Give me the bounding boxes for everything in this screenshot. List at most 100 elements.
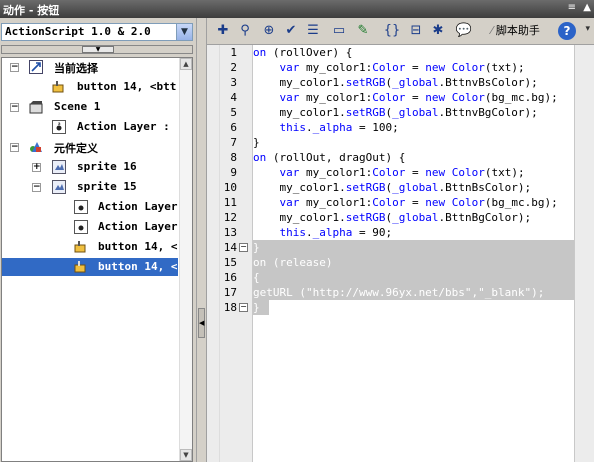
collapse-left-pane-icon[interactable]: ◀ (198, 308, 205, 338)
line-number: 12 (223, 211, 237, 224)
line-number: 14 (223, 241, 237, 254)
tree-item-label: Action Layer (98, 200, 178, 213)
code-line-selected: } (253, 300, 269, 315)
code-line-selected: } (253, 240, 574, 255)
fold-toggle-icon[interactable]: − (239, 243, 248, 252)
line-number: 18 (223, 301, 237, 314)
editor-scrollbar[interactable] (574, 45, 594, 462)
tree-scrollbar[interactable]: ▲ ▼ (179, 58, 192, 461)
script-editor[interactable]: on (rollOver) { var my_color1:Color = ne… (253, 45, 574, 462)
code-line: this._alpha = 100; (279, 121, 399, 134)
code-line: var my_color1:Color = new Color(txt); (279, 166, 525, 179)
splitter-toggle-button[interactable]: ▼ (82, 46, 114, 53)
tree-item-action-layer[interactable]: Action Layer (2, 218, 178, 236)
tree-item-sprite-16[interactable]: + sprite 16 (2, 158, 178, 176)
button-icon (74, 240, 88, 254)
help-icon[interactable]: ? (558, 22, 576, 40)
code-line: this._alpha = 90; (279, 226, 393, 239)
code-line: my_color1.setRGB(_global.BttnBsColor); (253, 181, 532, 194)
line-number: 2 (230, 61, 237, 74)
chevron-down-icon[interactable]: ▼ (176, 24, 192, 40)
navigator-splitter[interactable]: ▼ (1, 45, 193, 54)
action-layer-icon: a (52, 120, 66, 134)
line-number: 7 (230, 136, 237, 149)
script-assist-button[interactable]: ⁄ 脚本助手 (491, 22, 540, 40)
action-layer-icon (74, 220, 88, 234)
tree-item-sprite-15[interactable]: − sprite 15 (2, 178, 178, 196)
debug-options-icon[interactable]: ✎ (354, 22, 372, 40)
collapse-braces-icon[interactable]: {} (383, 22, 401, 40)
line-number: 13 (223, 226, 237, 239)
tree-item-label: sprite 16 (77, 160, 137, 173)
code-line-selected: { (253, 270, 574, 285)
code-line: } (253, 136, 260, 149)
tree-item-action-layer[interactable]: a Action Layer : (2, 118, 178, 136)
tree-item-label: Action Layer : (77, 120, 170, 133)
sprite-icon (52, 160, 66, 174)
tree-item-button-14-selected[interactable]: button 14, < (2, 258, 178, 276)
script-type-select[interactable]: ActionScript 1.0 & 2.0 ▼ (1, 23, 193, 41)
line-number: 3 (230, 76, 237, 89)
line-number: 8 (230, 151, 237, 164)
scroll-up-icon[interactable]: ▲ (180, 58, 192, 70)
panel-menu-icon[interactable]: ≡ (568, 2, 576, 13)
code-line: on (rollOut, dragOut) { (253, 151, 406, 164)
editor-left-margin (207, 45, 220, 462)
panel-collapse-icon[interactable]: ▲ (583, 2, 591, 13)
tree-item-symbol-definitions[interactable]: − 元件定义 (2, 138, 178, 156)
add-script-icon[interactable]: ✚ (214, 22, 232, 40)
line-number: 11 (223, 196, 237, 209)
panel-title-bar: 动作 - 按钮 ≡ ▲ (0, 0, 594, 18)
tree-item-button-14[interactable]: button 14, < (2, 238, 178, 256)
line-number: 15 (223, 256, 237, 269)
sprite-icon (52, 180, 66, 194)
collapse-icon[interactable]: − (10, 143, 19, 152)
line-number: 10 (223, 181, 237, 194)
tree-item-action-layer[interactable]: Action Layer (2, 198, 178, 216)
tree-item-scene-1[interactable]: − Scene 1 (2, 98, 178, 116)
options-menu-icon[interactable]: ▾ (585, 24, 590, 34)
button-icon (52, 80, 66, 94)
target-icon[interactable]: ⊕ (260, 22, 278, 40)
symbol-icon (29, 140, 43, 154)
tree-item-label: 当前选择 (54, 62, 98, 75)
svg-text:a: a (58, 121, 61, 126)
script-tree: − 当前选择 button 14, <btt − Scene 1 a Actio… (1, 57, 193, 462)
script-assist-label: 脚本助手 (495, 24, 540, 37)
line-number: 9 (230, 166, 237, 179)
line-number: 6 (230, 121, 237, 134)
code-line: my_color1.setRGB(_global.BttnBgColor); (253, 211, 532, 224)
comment-icon[interactable]: 💬 (455, 22, 473, 40)
expand-all-icon[interactable]: ✱ (429, 22, 447, 40)
tree-item-label: Action Layer (98, 220, 178, 233)
fold-toggle-icon[interactable]: − (239, 303, 248, 312)
line-number: 1 (230, 46, 237, 59)
expand-icon[interactable]: + (32, 163, 41, 172)
code-line: my_color1.setRGB(_global.BttnvBgColor); (253, 106, 538, 119)
pane-divider[interactable]: ◀ (196, 18, 207, 462)
collapse-icon[interactable]: − (32, 183, 41, 192)
collapse-icon[interactable]: − (10, 103, 19, 112)
line-number-gutter: 1 2 3 4 5 6 7 8 9 10 11 12 13 14 15 16 1… (220, 45, 253, 462)
tree-item-current-selection[interactable]: − 当前选择 (2, 58, 178, 76)
collapse-icon[interactable]: − (10, 63, 19, 72)
tree-item-label: 元件定义 (54, 142, 98, 155)
wand-icon: ⁄ (491, 24, 493, 37)
check-syntax-icon[interactable]: ✔ (282, 22, 300, 40)
action-layer-icon (74, 200, 88, 214)
collapse-selection-icon[interactable]: ⊟ (407, 22, 425, 40)
line-number: 16 (223, 271, 237, 284)
find-icon[interactable]: ⚲ (236, 22, 254, 40)
code-line-selected: on (release) (253, 255, 574, 270)
tree-item-button-current[interactable]: button 14, <btt (2, 78, 178, 96)
actions-toolbar: ✚ ⚲ ⊕ ✔ ☰ ▭ ✎ {} ⊟ ✱ 💬 ⁄ 脚本助手 ? ▾ (207, 18, 594, 45)
tree-item-label: button 14, < (98, 260, 178, 273)
code-hint-icon[interactable]: ▭ (330, 22, 348, 40)
script-type-value: ActionScript 1.0 & 2.0 (5, 25, 151, 38)
scroll-down-icon[interactable]: ▼ (180, 449, 192, 461)
auto-format-icon[interactable]: ☰ (304, 22, 322, 40)
tree-item-label: Scene 1 (54, 100, 101, 113)
line-number: 4 (230, 91, 237, 104)
code-line: var my_color1:Color = new Color(bg_mc.bg… (279, 91, 558, 104)
scene-icon (29, 100, 43, 114)
